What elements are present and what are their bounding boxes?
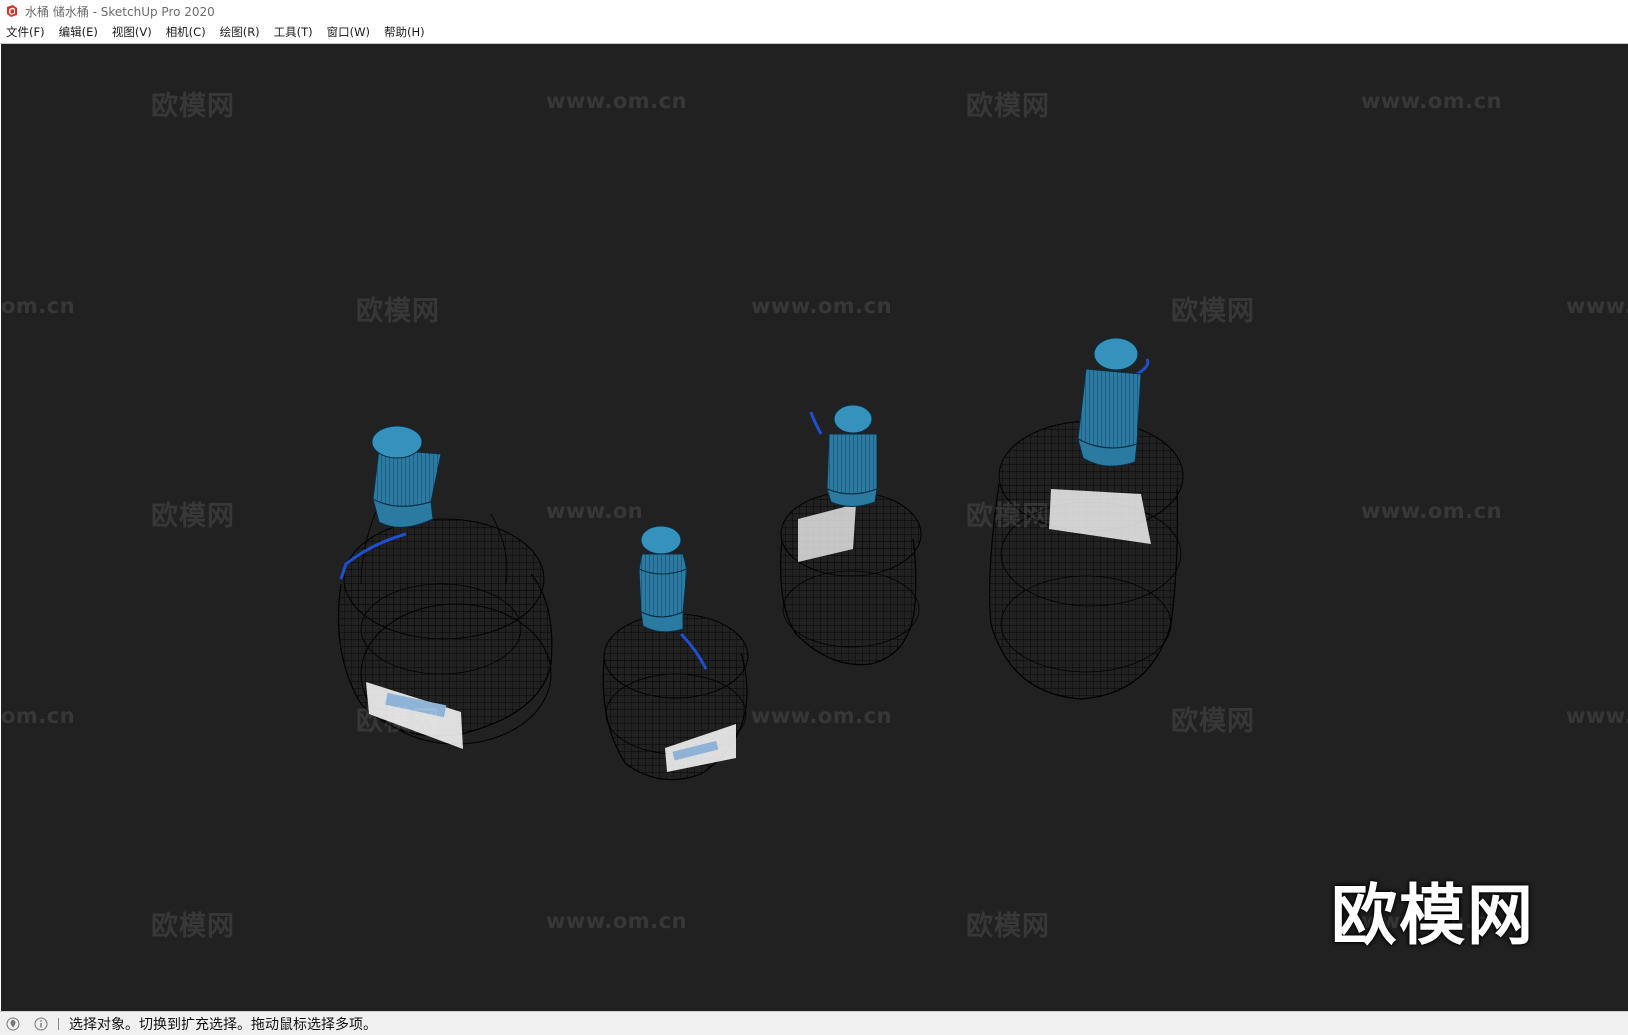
water-bottle-4[interactable] bbox=[989, 337, 1184, 700]
status-separator bbox=[58, 1018, 59, 1030]
menu-edit[interactable]: 编辑(E) bbox=[52, 22, 105, 43]
status-bar: 选择对象。切换到扩充选择。拖动鼠标选择多项。 bbox=[0, 1011, 1628, 1035]
menu-help[interactable]: 帮助(H) bbox=[377, 22, 432, 43]
menu-draw[interactable]: 绘图(R) bbox=[213, 22, 267, 43]
bottle-4-tube bbox=[1136, 358, 1150, 376]
menu-bar: 文件(F) 编辑(E) 视图(V) 相机(C) 绘图(R) 工具(T) 窗口(W… bbox=[0, 22, 1628, 44]
sketchup-icon bbox=[7, 5, 17, 17]
menu-window[interactable]: 窗口(W) bbox=[320, 22, 377, 43]
menu-tools[interactable]: 工具(T) bbox=[267, 22, 320, 43]
water-bottle-1[interactable] bbox=[337, 425, 553, 749]
bottle-3-tube bbox=[809, 411, 823, 435]
model-viewport[interactable]: 欧模网 www.om.cn 欧模网 www.om.cn om.cn 欧模网 ww… bbox=[1, 44, 1628, 1011]
geolocation-icon[interactable] bbox=[6, 1017, 20, 1031]
window-title: 水桶 储水桶 - SketchUp Pro 2020 bbox=[25, 4, 215, 19]
title-bar: 水桶 储水桶 - SketchUp Pro 2020 bbox=[0, 0, 1628, 22]
sketchup-window: 水桶 储水桶 - SketchUp Pro 2020 文件(F) 编辑(E) 视… bbox=[0, 0, 1628, 1035]
model-canvas[interactable] bbox=[1, 44, 1628, 1011]
menu-camera[interactable]: 相机(C) bbox=[159, 22, 213, 43]
info-icon[interactable] bbox=[34, 1017, 48, 1031]
water-bottle-2[interactable] bbox=[602, 525, 749, 781]
menu-view[interactable]: 视图(V) bbox=[105, 22, 159, 43]
status-message: 选择对象。切换到扩充选择。拖动鼠标选择多项。 bbox=[69, 1017, 377, 1033]
menu-file[interactable]: 文件(F) bbox=[0, 22, 52, 43]
water-bottle-3[interactable] bbox=[780, 404, 922, 666]
